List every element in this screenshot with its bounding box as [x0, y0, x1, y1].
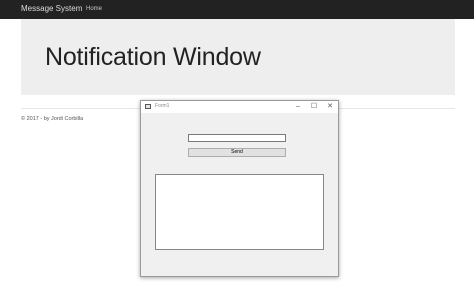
message-input[interactable]	[188, 134, 286, 142]
brand-link[interactable]: Message System	[21, 4, 82, 14]
jumbotron: Notification Window	[21, 19, 455, 95]
form-window: Form1 – ☐ ✕ Send	[140, 100, 339, 277]
app-window-icon	[145, 104, 151, 109]
nav-link-home[interactable]: Home	[86, 5, 102, 13]
navbar: Message System Home	[0, 0, 474, 19]
minimize-icon[interactable]: –	[291, 102, 305, 112]
footer-text: © 2017 - by Jordi Corbilla	[21, 116, 84, 122]
messages-listbox[interactable]	[155, 174, 324, 250]
maximize-icon[interactable]: ☐	[307, 102, 321, 112]
send-button[interactable]: Send	[188, 148, 286, 157]
page-title: Notification Window	[45, 43, 261, 71]
window-title: Form1	[155, 103, 170, 109]
close-icon[interactable]: ✕	[323, 102, 337, 112]
window-titlebar[interactable]: Form1 – ☐ ✕	[141, 101, 338, 113]
